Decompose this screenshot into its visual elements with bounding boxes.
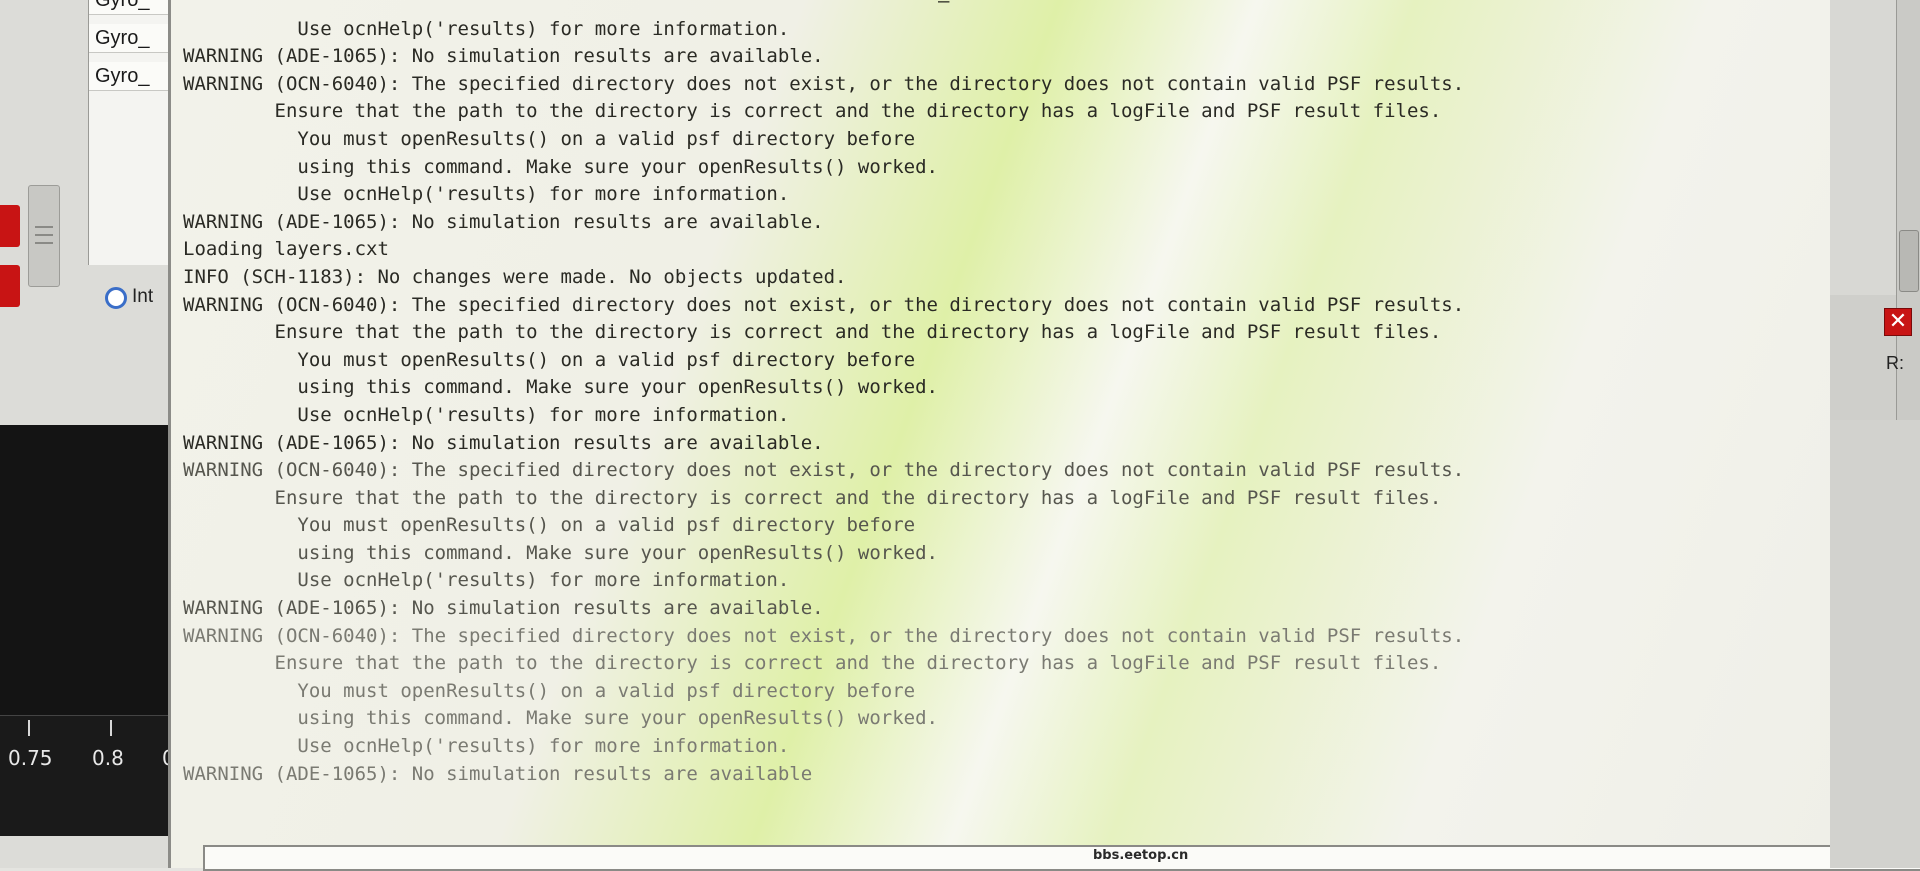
x-axis-strip: 0.75 0.8 0.8 bbox=[0, 715, 194, 836]
left-scroll-handle[interactable] bbox=[28, 185, 60, 287]
log-line: You must openResults() on a valid psf di… bbox=[183, 348, 916, 371]
log-line: You must openResults() on a valid psf di… bbox=[183, 679, 916, 702]
log-line: WARNING (ADE-1065): No simulation result… bbox=[183, 431, 824, 454]
right-application-panel: ✕ R: bbox=[1830, 0, 1920, 868]
red-indicator-button[interactable] bbox=[0, 265, 20, 307]
log-line: Use ocnHelp('results) for more informati… bbox=[183, 183, 790, 206]
log-line: WARNING (ADE-1065): No simulation result… bbox=[183, 210, 824, 233]
right-scrollbar-thumb[interactable] bbox=[1899, 230, 1919, 292]
log-line: Loading layers.cxt bbox=[183, 238, 389, 261]
log-line: WARNING (ADE-1065): No simulation result… bbox=[183, 597, 824, 620]
log-line: Ensure that the path to the directory is… bbox=[183, 321, 1442, 344]
log-line: WARNING (OCN-6040): The specified direct… bbox=[183, 72, 1465, 95]
info-radio-icon[interactable] bbox=[105, 287, 127, 309]
axis-tick-label: 0.75 bbox=[8, 746, 53, 770]
log-line: using this command. Make sure your openR… bbox=[183, 541, 938, 564]
log-line: — bbox=[183, 0, 950, 12]
virtuoso-console-window: — Use ocnHelp('results) for more informa… bbox=[168, 0, 1920, 871]
list-item[interactable]: Gyro_ bbox=[89, 62, 171, 91]
log-line: You must openResults() on a valid psf di… bbox=[183, 127, 916, 150]
log-line: Use ocnHelp('results) for more informati… bbox=[183, 403, 790, 426]
axis-tick bbox=[110, 720, 112, 736]
log-line: Ensure that the path to the directory is… bbox=[183, 652, 1442, 675]
log-line: WARNING (ADE-1065): No simulation result… bbox=[183, 762, 813, 785]
log-line: WARNING (OCN-6040): The specified direct… bbox=[183, 624, 1465, 647]
log-line: Use ocnHelp('results) for more informati… bbox=[183, 569, 790, 592]
log-line: WARNING (OCN-6040): The specified direct… bbox=[183, 459, 1465, 482]
left-application-panel: Gyro_ Gyro_ Gyro_ Int 0.75 0.8 0.8 bbox=[0, 0, 194, 868]
log-line: Use ocnHelp('results) for more informati… bbox=[183, 17, 790, 40]
log-line: Ensure that the path to the directory is… bbox=[183, 100, 1442, 123]
log-line: WARNING (ADE-1065): No simulation result… bbox=[183, 45, 824, 68]
close-icon[interactable]: ✕ bbox=[1884, 308, 1912, 336]
log-line: using this command. Make sure your openR… bbox=[183, 376, 938, 399]
waveform-plot-area bbox=[0, 425, 192, 715]
watermark-text: bbs.eetop.cn bbox=[1093, 848, 1189, 863]
info-tab-label[interactable]: Int bbox=[132, 286, 153, 308]
log-line: using this command. Make sure your openR… bbox=[183, 707, 938, 730]
red-indicator-button[interactable] bbox=[0, 205, 20, 247]
gyro-item-list: Gyro_ Gyro_ Gyro_ bbox=[88, 0, 171, 265]
log-line: INFO (SCH-1183): No changes were made. N… bbox=[183, 265, 847, 288]
axis-tick-label: 0.8 bbox=[92, 746, 124, 770]
log-line: WARNING (OCN-6040): The specified direct… bbox=[183, 293, 1465, 316]
log-line: using this command. Make sure your openR… bbox=[183, 155, 938, 178]
log-line: You must openResults() on a valid psf di… bbox=[183, 514, 916, 537]
list-item[interactable]: Gyro_ bbox=[89, 0, 171, 15]
log-line: Ensure that the path to the directory is… bbox=[183, 486, 1442, 509]
list-item[interactable]: Gyro_ bbox=[89, 24, 171, 53]
log-line: Use ocnHelp('results) for more informati… bbox=[183, 735, 790, 758]
console-log-output: — Use ocnHelp('results) for more informa… bbox=[183, 0, 1823, 800]
command-input-field[interactable] bbox=[203, 845, 1920, 871]
right-panel-body bbox=[1830, 420, 1920, 868]
right-panel-label: R: bbox=[1886, 353, 1904, 373]
axis-tick bbox=[28, 720, 30, 736]
